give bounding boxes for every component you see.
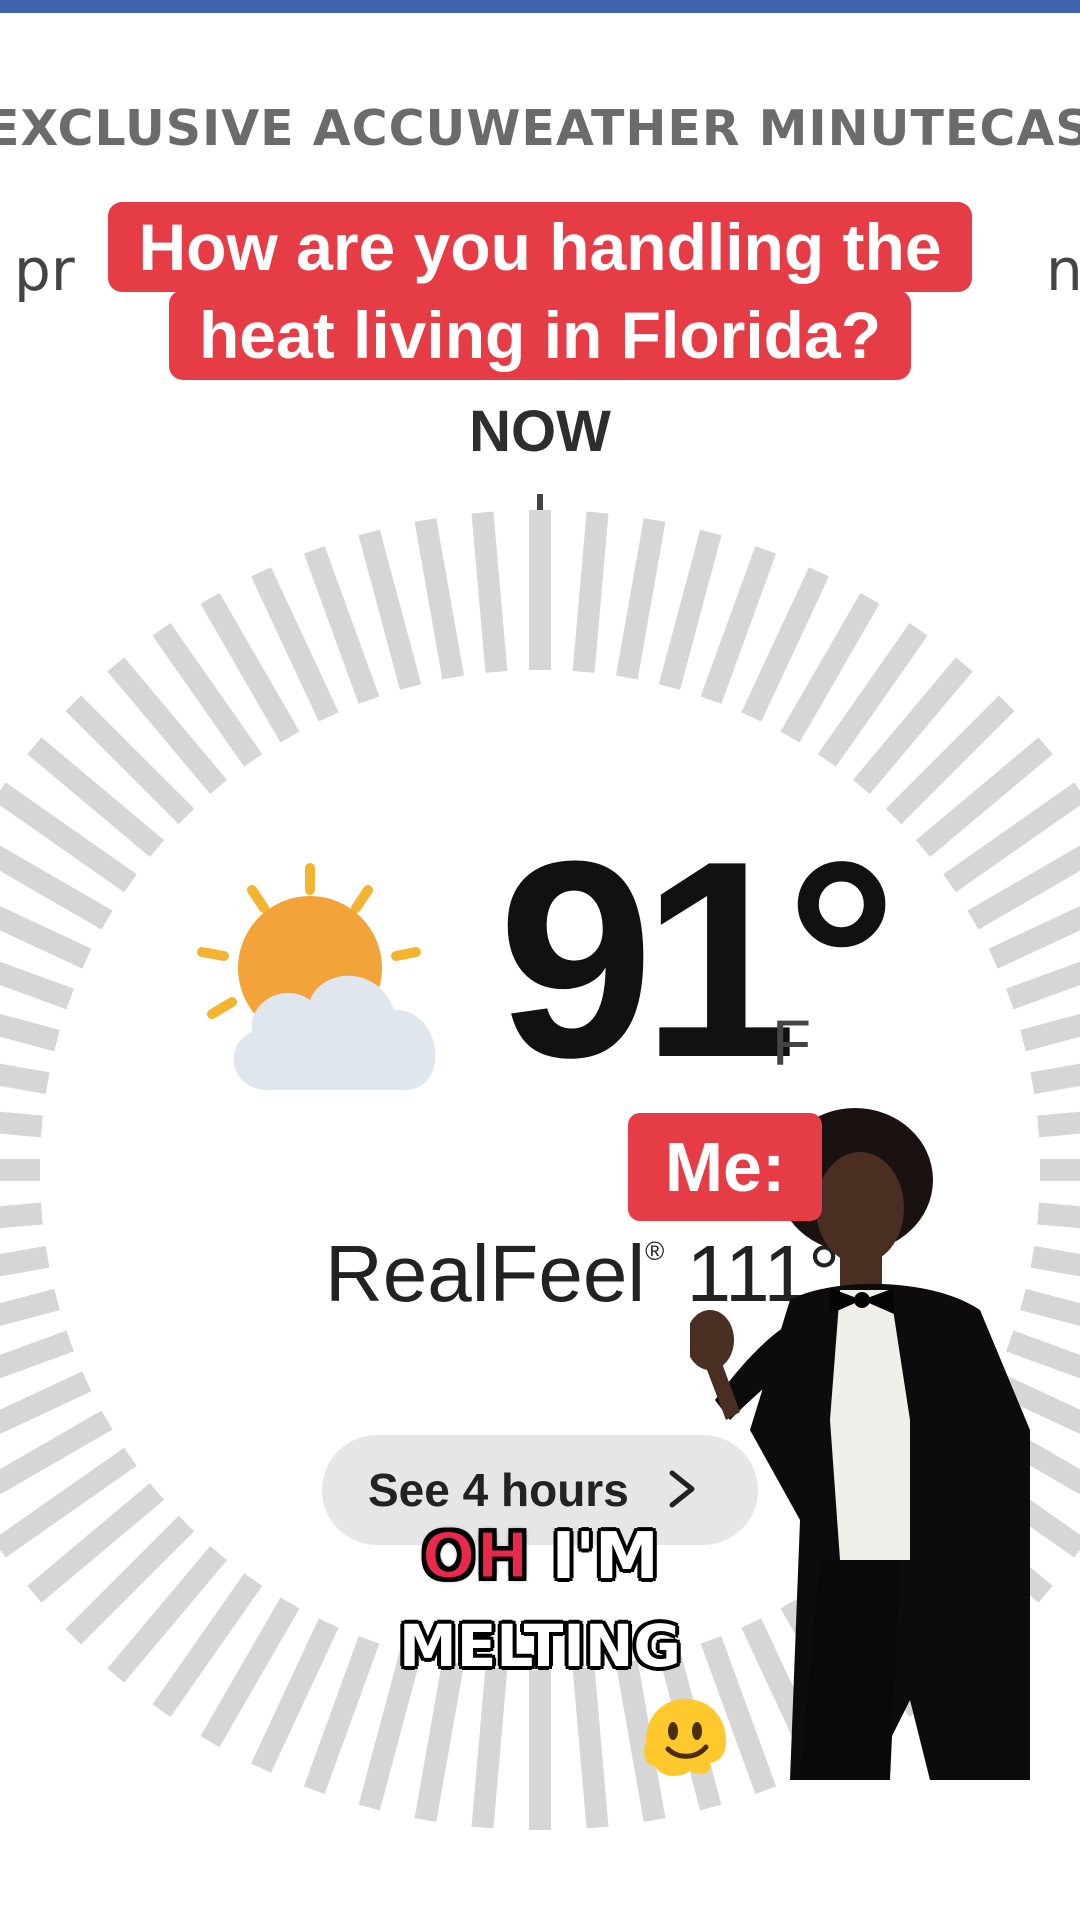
current-temperature: 91° [498, 804, 897, 1116]
dial-tick [572, 1667, 609, 1829]
dial-tick [414, 1660, 465, 1822]
video-caption: How are you handling the heat living in … [60, 202, 1020, 380]
melting-face-emoji [644, 1699, 726, 1776]
meme-caption-line-2: MELTING [399, 1612, 681, 1680]
temperature-unit: F [772, 1007, 812, 1079]
dial-tick [1020, 1013, 1080, 1052]
registered-mark: ® [645, 1236, 665, 1266]
caption-line-2: heat living in Florida? [168, 290, 912, 380]
dial-tick [658, 529, 722, 690]
dial-tick [615, 518, 666, 680]
dial-tick [0, 1013, 60, 1052]
oh-word: OH [420, 1519, 531, 1596]
dial-tick [572, 511, 609, 673]
dial-tick [471, 511, 508, 673]
im-word: I'M [551, 1520, 659, 1594]
now-label: NOW [469, 399, 611, 464]
meme-caption-line-1: OH I'M [0, 1519, 1080, 1596]
dial-tick [414, 518, 465, 680]
dial-tick [0, 1288, 60, 1327]
dial-tick [0, 1245, 50, 1277]
dial-tick [0, 1202, 43, 1229]
dial-tick [0, 1063, 50, 1095]
caption-line-1: How are you handling the [108, 202, 972, 292]
me-label: Me: [628, 1113, 822, 1221]
now-marker [537, 494, 543, 510]
dial-tick [0, 1111, 43, 1138]
see-hours-label: See 4 hours [368, 1464, 629, 1516]
partly-sunny-icon [197, 863, 436, 1090]
realfeel-label: RealFeel [325, 1229, 646, 1318]
dial-tick [358, 529, 422, 690]
dial-tick [1030, 1063, 1080, 1095]
dial-tick [471, 1667, 508, 1829]
